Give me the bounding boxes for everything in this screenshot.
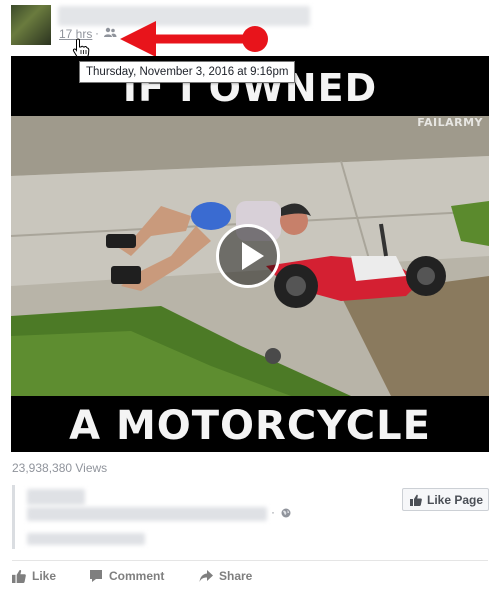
timestamp-tooltip: Thursday, November 3, 2016 at 9:16pm (79, 61, 296, 83)
share-label: Share (219, 569, 253, 583)
shared-page-preview[interactable]: · Like Page (12, 485, 493, 549)
video-player[interactable]: IF I OWNED FAILARMY A MOTORCYCLE (11, 56, 489, 452)
thumbs-up-icon (410, 494, 422, 506)
comment-icon (90, 570, 102, 582)
like-label: Like (32, 569, 57, 583)
avatar[interactable] (11, 5, 51, 45)
thumbs-up-icon (12, 569, 26, 583)
post-actions-bar: Like Comment Share (12, 566, 490, 586)
like-page-button[interactable]: Like Page (402, 488, 489, 511)
meta-separator: · (271, 505, 275, 519)
comment-label: Comment (109, 569, 165, 583)
globe-icon (281, 508, 291, 518)
video-caption-bottom: A MOTORCYCLE (69, 403, 431, 449)
view-count: 23,938,380 Views (12, 461, 108, 475)
page-subtitle-redacted (27, 533, 145, 545)
like-page-label: Like Page (427, 493, 484, 507)
video-watermark: FAILARMY (417, 116, 483, 129)
post-card: 17 hrs · Thursday, November 3, 2016 at 9… (0, 0, 500, 590)
page-description-redacted (27, 507, 267, 521)
red-arrow-annotation (120, 21, 268, 57)
page-name-redacted (27, 489, 85, 505)
actions-divider (12, 560, 488, 561)
friends-icon[interactable] (103, 27, 117, 39)
meta-separator: · (95, 26, 99, 40)
play-button[interactable] (216, 224, 280, 288)
share-icon (199, 570, 213, 582)
